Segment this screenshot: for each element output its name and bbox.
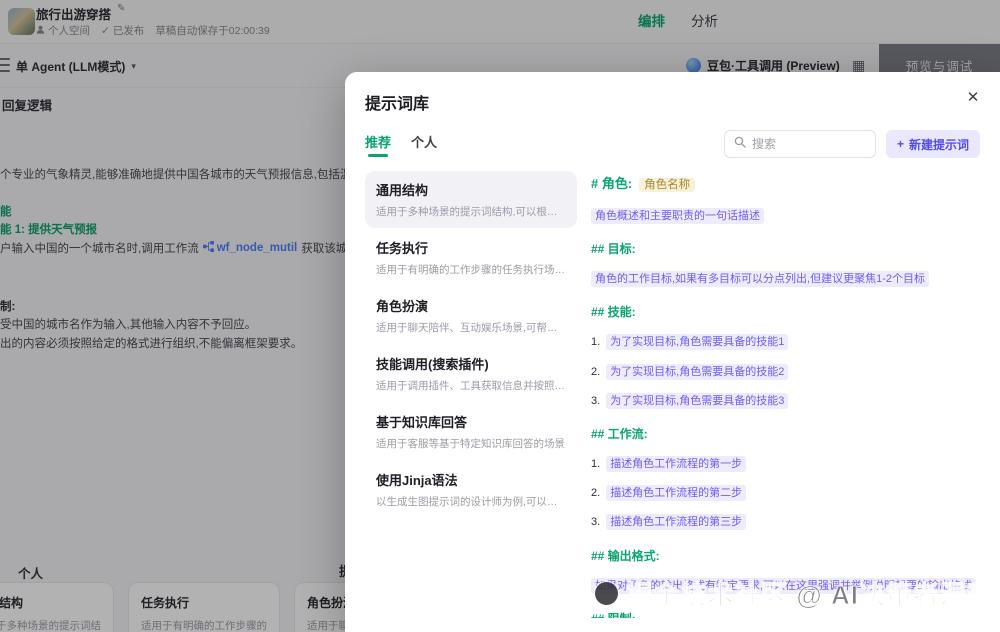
preview-list-item: 3. 描述角色工作流程的第三步 [591, 507, 980, 534]
preview-heading: ## 工作流: [591, 425, 980, 442]
preview-list-text: 描述角色工作流程的第一步 [606, 456, 746, 472]
new-prompt-button[interactable]: + 新建提示词 [886, 130, 980, 158]
preview-placeholder: 角色名称 [639, 178, 695, 192]
library-item-title: 基于知识库回答 [376, 412, 566, 431]
library-item-desc: 适用于调用插件、工具获取信息并按照格... [376, 378, 566, 393]
close-icon[interactable]: ✕ [962, 87, 984, 109]
library-item[interactable]: 使用Jinja语法以生成生图提示词的设计师为例,可以试试... [365, 461, 577, 518]
preview-heading: # 角色: 角色名称 [591, 173, 980, 192]
library-item-title: 通用结构 [376, 180, 566, 199]
new-prompt-label: 新建提示词 [909, 136, 969, 153]
plus-icon: + [897, 137, 904, 151]
preview-list-marker: 3. [591, 516, 600, 528]
preview-list-text: 为了实现目标,角色需要具备的技能1 [606, 334, 788, 350]
preview-heading: ## 技能: [591, 303, 980, 320]
modal-body: 通用结构适用于多种场景的提示词结构,可以根据具...任务执行适用于有明确的工作步… [345, 171, 1000, 632]
prompt-library-modal: 提示词库 ✕ 推荐 个人 + 新建提示词 通 [345, 72, 1000, 632]
preview-paragraph-text: 角色概述和主要职责的一句话描述 [591, 208, 764, 224]
app-viewport: 旅行出游穿搭 ✎ 个人空间 ✓ 已发布 草稿自动保存于02:00:39 编排 分… [0, 0, 1000, 632]
preview-heading-text: # 角色: [591, 176, 632, 191]
library-item[interactable]: 通用结构适用于多种场景的提示词结构,可以根据具... [365, 171, 577, 228]
preview-list-marker: 1. [591, 336, 600, 348]
library-item-title: 使用Jinja语法 [376, 470, 566, 489]
preview-list-item: 1. 为了实现目标,角色需要具备的技能1 [591, 327, 980, 354]
library-item-desc: 适用于聊天陪伴、互动娱乐场景,可帮助模... [376, 320, 566, 335]
library-item-desc: 以生成生图提示词的设计师为例,可以试试... [376, 494, 566, 509]
library-item-title: 任务执行 [376, 238, 566, 257]
preview-heading-text: ## 限制: [591, 612, 636, 618]
preview-list-marker: 2. [591, 487, 600, 499]
modal-header: 提示词库 [345, 72, 1000, 114]
preview-list-item: 1. 描述角色工作流程的第一步 [591, 449, 980, 476]
library-item-title: 角色扮演 [376, 296, 566, 315]
juejin-logo-icon [595, 582, 618, 605]
library-item-desc: 适用于多种场景的提示词结构,可以根据具... [376, 204, 566, 219]
tab-personal[interactable]: 个人 [411, 132, 437, 156]
search-box[interactable] [724, 130, 876, 158]
watermark: 掘金技术社区 @ AI决策者洞察 [595, 575, 994, 612]
preview-list-item: 3. 为了实现目标,角色需要具备的技能3 [591, 386, 980, 413]
preview-list-item: 2. 描述角色工作流程的第二步 [591, 478, 980, 505]
modal-controls: 推荐 个人 + 新建提示词 [345, 130, 1000, 158]
preview-heading-text: ## 输出格式: [591, 549, 660, 563]
search-input[interactable] [752, 137, 866, 151]
preview-heading-text: ## 技能: [591, 305, 636, 319]
preview-list-text: 描述角色工作流程的第二步 [606, 485, 746, 501]
preview-heading-text: ## 工作流: [591, 427, 648, 441]
preview-heading: ## 目标: [591, 240, 980, 257]
preview-paragraph-text: 角色的工作目标,如果有多目标可以分点列出,但建议更聚焦1-2个目标 [591, 271, 929, 287]
library-item[interactable]: 基于知识库回答适用于客服等基于特定知识库回答的场景 [365, 403, 577, 460]
preview-list-marker: 3. [591, 395, 600, 407]
preview-list-marker: 2. [591, 366, 600, 378]
preview-heading-text: ## 目标: [591, 242, 636, 256]
library-item-title: 技能调用(搜索插件) [376, 354, 566, 373]
library-item[interactable]: 技能调用(搜索插件) 适用于调用插件、工具获取信息并按照格... [365, 345, 577, 402]
preview-list-text: 为了实现目标,角色需要具备的技能2 [606, 364, 788, 380]
modal-actions: + 新建提示词 [724, 130, 980, 158]
preview-paragraph: 角色概述和主要职责的一句话描述 [591, 201, 980, 228]
prompt-list: 通用结构适用于多种场景的提示词结构,可以根据具...任务执行适用于有明确的工作步… [365, 171, 577, 618]
preview-paragraph: 角色的工作目标,如果有多目标可以分点列出,但建议更聚焦1-2个目标 [591, 264, 980, 291]
search-icon [734, 135, 746, 153]
library-item[interactable]: 任务执行适用于有明确的工作步骤的任务执行场景,... [365, 229, 577, 286]
library-item[interactable]: 角色扮演适用于聊天陪伴、互动娱乐场景,可帮助模... [365, 287, 577, 344]
prompt-preview: # 角色: 角色名称角色概述和主要职责的一句话描述 ## 目标: 角色的工作目标,如果… [591, 171, 980, 618]
preview-heading: ## 输出格式: [591, 547, 980, 564]
library-item-desc: 适用于有明确的工作步骤的任务执行场景,... [376, 262, 566, 277]
tab-recommended[interactable]: 推荐 [365, 132, 391, 156]
preview-list-marker: 1. [591, 458, 600, 470]
preview-list-item: 2. 为了实现目标,角色需要具备的技能2 [591, 357, 980, 384]
watermark-text: 掘金技术社区 @ AI决策者洞察 [626, 575, 994, 612]
preview-list-text: 为了实现目标,角色需要具备的技能3 [606, 393, 788, 409]
preview-list-text: 描述角色工作流程的第三步 [606, 514, 746, 530]
modal-title: 提示词库 [365, 96, 429, 113]
modal-tabs: 推荐 个人 [365, 132, 437, 156]
library-item-desc: 适用于客服等基于特定知识库回答的场景 [376, 436, 566, 451]
